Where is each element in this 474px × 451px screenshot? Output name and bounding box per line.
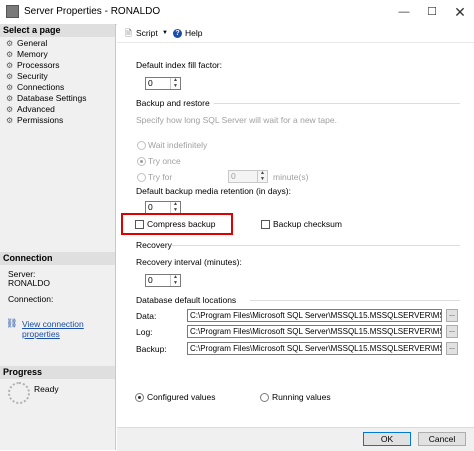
wrench-icon: ⚙	[6, 105, 14, 114]
highlight-box	[121, 213, 233, 235]
recovery-interval-label: Recovery interval (minutes):	[136, 257, 242, 267]
group-divider	[250, 300, 460, 301]
backup-restore-header: Backup and restore	[136, 98, 210, 108]
try-once-radio[interactable]	[137, 157, 146, 166]
page-label: General	[17, 38, 48, 48]
data-path-input[interactable]: C:\Program Files\Microsoft SQL Server\MS…	[187, 309, 442, 322]
running-values-label: Running values	[272, 392, 331, 402]
log-browse-button[interactable]: ...	[446, 325, 458, 338]
running-values-radio[interactable]	[260, 393, 269, 402]
configured-values-radio[interactable]	[135, 393, 144, 402]
try-for-value: 0	[231, 171, 236, 181]
page-item-security[interactable]: ⚙ Security	[6, 71, 48, 82]
group-divider	[214, 103, 460, 104]
group-divider	[172, 245, 460, 246]
progress-status: Ready	[34, 384, 59, 394]
toolbar: 🗎 Script ▼ ? Help	[117, 24, 474, 43]
help-button[interactable]: Help	[185, 28, 202, 38]
progress-header: Progress	[0, 366, 115, 379]
try-for-input[interactable]: 0 ▲ ▼	[228, 170, 268, 183]
window-title: Server Properties - RONALDO	[24, 6, 161, 17]
recovery-header: Recovery	[136, 240, 172, 250]
page-item-general[interactable]: ⚙ General	[6, 38, 47, 49]
page-item-connections[interactable]: ⚙ Connections	[6, 82, 64, 93]
backup-path-input[interactable]: C:\Program Files\Microsoft SQL Server\MS…	[187, 342, 442, 355]
help-icon: ?	[173, 29, 182, 38]
page-item-database-settings[interactable]: ⚙ Database Settings	[6, 93, 86, 104]
page-label: Database Settings	[17, 93, 87, 103]
minimize-button[interactable]: —	[390, 2, 418, 22]
wrench-icon: ⚙	[6, 50, 14, 59]
spin-arrows-icon[interactable]: ▲ ▼	[170, 201, 180, 213]
wrench-icon: ⚙	[6, 116, 14, 125]
data-browse-button[interactable]: ...	[446, 309, 458, 322]
log-label: Log:	[136, 327, 153, 337]
spin-arrows-icon[interactable]: ▲ ▼	[170, 77, 180, 89]
page-label: Permissions	[17, 115, 64, 125]
wrench-icon: ⚙	[6, 61, 14, 70]
page-item-advanced[interactable]: ⚙ Advanced	[6, 104, 55, 115]
fill-factor-value: 0	[148, 78, 153, 88]
ok-button[interactable]: OK	[363, 432, 411, 446]
view-connection-properties-link[interactable]: View connection properties	[22, 319, 115, 339]
backup-browse-button[interactable]: ...	[446, 342, 458, 355]
page-item-memory[interactable]: ⚙ Memory	[6, 49, 48, 60]
wrench-icon: ⚙	[6, 83, 14, 92]
page-label: Security	[17, 71, 48, 81]
page-label: Processors	[17, 60, 60, 70]
wait-indefinitely-radio[interactable]	[137, 141, 146, 150]
script-icon: 🗎	[125, 28, 132, 38]
button-bar: OK Cancel	[117, 427, 474, 451]
maximize-button[interactable]: ☐	[418, 2, 446, 22]
page-label: Advanced	[17, 104, 55, 114]
left-pane: Select a page ⚙ General ⚙ Memory ⚙ Processo…	[0, 24, 116, 450]
db-locations-header: Database default locations	[136, 295, 237, 305]
select-page-header: Select a page	[0, 24, 115, 37]
page-item-processors[interactable]: ⚙ Processors	[6, 60, 60, 71]
wait-indefinitely-label: Wait indefinitely	[148, 140, 208, 150]
fill-factor-label: Default index fill factor:	[136, 60, 222, 70]
try-for-unit: minute(s)	[273, 172, 309, 182]
wrench-icon: ⚙	[6, 72, 14, 81]
recovery-interval-value: 0	[148, 275, 153, 285]
try-once-label: Try once	[148, 156, 181, 166]
data-label: Data:	[136, 311, 157, 321]
connection-properties-icon: ⛓	[6, 318, 18, 328]
progress-spinner-icon	[8, 382, 30, 404]
backup-hint: Specify how long SQL Server will wait fo…	[136, 115, 337, 125]
try-for-label: Try for	[148, 172, 173, 182]
close-button[interactable]: ✕	[446, 2, 474, 22]
backup-path-label: Backup:	[136, 344, 167, 354]
configured-values-label: Configured values	[147, 392, 216, 402]
script-dropdown-chevron-icon[interactable]: ▼	[162, 30, 168, 36]
app-icon	[6, 5, 19, 18]
retention-value: 0	[148, 202, 153, 212]
wrench-icon: ⚙	[6, 39, 14, 48]
connection-label: Connection:	[8, 294, 54, 304]
backup-checksum-checkbox[interactable]	[261, 220, 270, 229]
fill-factor-input[interactable]: 0 ▲ ▼	[145, 77, 181, 90]
page-item-permissions[interactable]: ⚙ Permissions	[6, 115, 63, 126]
server-value: RONALDO	[8, 278, 51, 288]
page-label: Connections	[17, 82, 65, 92]
recovery-interval-input[interactable]: 0 ▲ ▼	[145, 274, 181, 287]
wrench-icon: ⚙	[6, 94, 14, 103]
spin-arrows-icon[interactable]: ▲ ▼	[170, 274, 180, 286]
backup-checksum-label: Backup checksum	[273, 219, 342, 229]
retention-label: Default backup media retention (in days)…	[136, 186, 291, 196]
spin-arrows-icon[interactable]: ▲ ▼	[257, 170, 267, 182]
connection-header: Connection	[0, 252, 115, 265]
page-label: Memory	[17, 49, 48, 59]
cancel-button[interactable]: Cancel	[418, 432, 466, 446]
log-path-input[interactable]: C:\Program Files\Microsoft SQL Server\MS…	[187, 325, 442, 338]
title-bar: Server Properties - RONALDO — ☐ ✕	[0, 0, 474, 25]
script-button[interactable]: Script	[136, 28, 158, 38]
try-for-radio[interactable]	[137, 173, 146, 182]
